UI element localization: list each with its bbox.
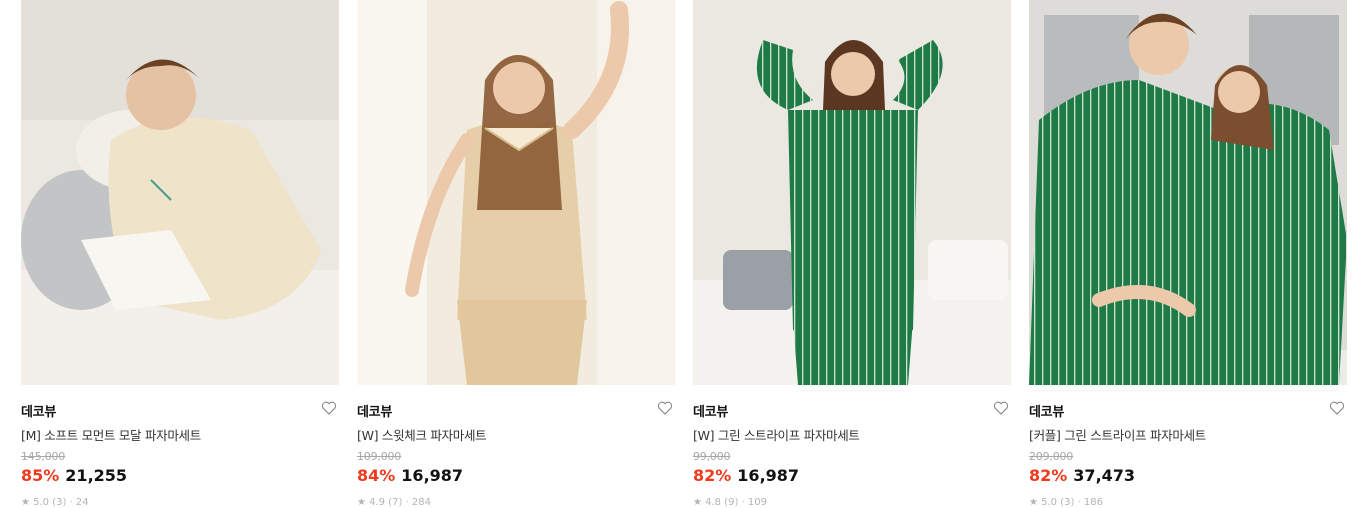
product-name[interactable]: [W] 스윗체크 파자마세트 — [357, 425, 487, 444]
product-image[interactable] — [357, 0, 675, 385]
product-photo — [1029, 0, 1347, 385]
price-line: 85% 21,255 — [21, 466, 127, 485]
product-name[interactable]: [W] 그린 스트라이프 파자마세트 — [693, 425, 860, 444]
discount-rate: 84% — [357, 466, 396, 485]
rating-summary: ★ 5.0 (3) · 24 — [21, 497, 89, 508]
heart-outline-icon[interactable] — [1329, 400, 1345, 416]
product-card[interactable]: 데코뷰 [커플] 그린 스트라이프 파자마세트 209,000 82% 37,47… — [1029, 0, 1347, 508]
discount-rate: 82% — [693, 466, 732, 485]
product-name[interactable]: [커플] 그린 스트라이프 파자마세트 — [1029, 425, 1206, 444]
price-line: 82% 16,987 — [693, 466, 799, 485]
product-image[interactable] — [1029, 0, 1347, 385]
product-photo — [357, 0, 675, 385]
product-image[interactable] — [21, 0, 339, 385]
product-photo — [21, 0, 339, 385]
original-price: 209,000 — [1029, 450, 1074, 463]
heart-outline-icon[interactable] — [657, 400, 673, 416]
original-price: 99,000 — [693, 450, 731, 463]
sale-price: 16,987 — [401, 466, 464, 485]
discount-rate: 85% — [21, 466, 60, 485]
heart-outline-icon[interactable] — [321, 400, 337, 416]
product-card[interactable]: 데코뷰 [W] 스윗체크 파자마세트 109,000 84% 16,987 ★ 4… — [357, 0, 675, 508]
rating-summary: ★ 5.0 (3) · 186 — [1029, 497, 1104, 508]
sale-price: 16,987 — [737, 466, 800, 485]
product-photo — [693, 0, 1011, 385]
discount-rate: 82% — [1029, 466, 1068, 485]
product-name[interactable]: [M] 소프트 모먼트 모달 파자마세트 — [21, 425, 201, 444]
brand-name: 데코뷰 — [21, 405, 56, 420]
brand-name: 데코뷰 — [1029, 405, 1064, 420]
product-card[interactable]: 데코뷰 [M] 소프트 모먼트 모달 파자마세트 145,000 85% 21,2… — [21, 0, 339, 508]
heart-outline-icon[interactable] — [993, 400, 1009, 416]
original-price: 145,000 — [21, 450, 66, 463]
brand-name: 데코뷰 — [357, 405, 392, 420]
brand-name: 데코뷰 — [693, 405, 728, 420]
sale-price: 21,255 — [65, 466, 128, 485]
product-grid: 데코뷰 [M] 소프트 모먼트 모달 파자마세트 145,000 85% 21,2… — [21, 0, 1347, 508]
product-image[interactable] — [693, 0, 1011, 385]
price-line: 82% 37,473 — [1029, 466, 1135, 485]
sale-price: 37,473 — [1073, 466, 1136, 485]
product-card[interactable]: 데코뷰 [W] 그린 스트라이프 파자마세트 99,000 82% 16,987 … — [693, 0, 1011, 508]
rating-summary: ★ 4.8 (9) · 109 — [693, 497, 768, 508]
original-price: 109,000 — [357, 450, 402, 463]
price-line: 84% 16,987 — [357, 466, 463, 485]
rating-summary: ★ 4.9 (7) · 284 — [357, 497, 432, 508]
